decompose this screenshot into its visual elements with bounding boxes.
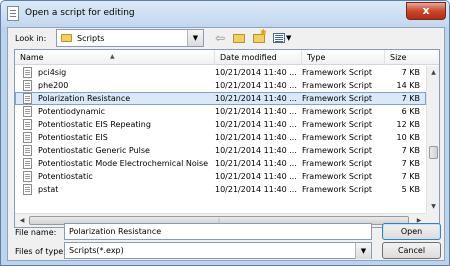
look-in-value: Scripts	[77, 34, 105, 43]
file-row[interactable]: Potentiostatic Mode Electrochemical Nois…	[15, 157, 426, 170]
up-folder-icon[interactable]	[230, 29, 250, 47]
file-type-cell: Framework Script	[302, 146, 373, 155]
file-row[interactable]: Potentiostatic EIS Repeating 10/21/2014 1…	[15, 118, 426, 131]
file-size-cell: 14 KB	[396, 81, 420, 90]
view-menu-icon[interactable]: ▼	[270, 29, 294, 47]
file-size-cell: 10 KB	[396, 133, 420, 142]
title-bar[interactable]: Open a script for editing x	[1, 1, 449, 27]
file-name-cell: pstat	[38, 185, 59, 194]
file-date-cell: 10/21/2014 11:40 ...	[215, 81, 297, 90]
column-header-type[interactable]: Type	[302, 50, 385, 65]
file-type-cell: Framework Script	[302, 185, 373, 194]
script-file-icon	[23, 67, 32, 78]
file-date-cell: 10/21/2014 11:40 ...	[215, 133, 297, 142]
script-file-icon	[23, 106, 32, 117]
file-name-cell: pci4sig	[38, 68, 67, 77]
file-rows: pci4sig 10/21/2014 11:40 ... Framework Scr…	[15, 66, 426, 196]
file-type-label: Files of type:	[15, 247, 66, 256]
script-document-icon	[7, 6, 19, 21]
list-header: ▲ Name Date modified Type Size	[15, 50, 439, 65]
new-folder-icon[interactable]: ✱	[250, 29, 270, 47]
file-size-cell: 12 KB	[396, 120, 420, 129]
script-file-icon	[23, 119, 32, 130]
file-type-value: Scripts(*.exp)	[69, 246, 124, 255]
close-button[interactable]: x	[406, 2, 446, 20]
scroll-up-icon[interactable]: ▲	[427, 66, 439, 79]
file-type-dropdown[interactable]: Scripts(*.exp) ▼	[64, 242, 372, 259]
vertical-scrollbar[interactable]: ▲ ▼	[426, 66, 439, 213]
file-size-cell: 5 KB	[401, 185, 420, 194]
cancel-button[interactable]: Cancel	[382, 242, 441, 259]
file-date-cell: 10/21/2014 11:40 ...	[215, 107, 297, 116]
file-size-cell: 7 KB	[401, 159, 420, 168]
file-name-cell: phe200	[38, 81, 69, 90]
file-name-cell: Potentiostatic Generic Pulse	[38, 146, 150, 155]
file-type-cell: Framework Script	[302, 81, 373, 90]
column-header-name[interactable]: ▲ Name	[15, 50, 215, 65]
script-file-icon	[23, 80, 32, 91]
file-date-cell: 10/21/2014 11:40 ...	[215, 94, 297, 103]
file-type-cell: Framework Script	[302, 159, 373, 168]
chevron-down-icon[interactable]: ▼	[355, 243, 371, 259]
vertical-scroll-thumb[interactable]	[429, 146, 438, 159]
sort-caret-icon: ▲	[110, 53, 115, 60]
file-row[interactable]: pci4sig 10/21/2014 11:40 ... Framework Scr…	[15, 66, 426, 79]
file-type-cell: Framework Script	[302, 107, 373, 116]
look-in-dropdown[interactable]: Scripts ▼	[56, 29, 204, 47]
scroll-down-icon[interactable]: ▼	[427, 200, 439, 213]
file-name-label: File name:	[15, 228, 57, 237]
file-type-cell: Framework Script	[302, 133, 373, 142]
dialog-window: Open a script for editing x Look in: Scr…	[0, 0, 450, 266]
file-size-cell: 7 KB	[401, 172, 420, 181]
file-date-cell: 10/21/2014 11:40 ...	[215, 185, 297, 194]
column-header-size[interactable]: Size	[385, 50, 439, 65]
file-row[interactable]: Potentiostatic 10/21/2014 11:40 ... Framew…	[15, 170, 426, 183]
file-row[interactable]: Potentiostatic EIS 10/21/2014 11:40 ... Fr…	[15, 131, 426, 144]
file-type-cell: Framework Script	[302, 172, 373, 181]
file-size-cell: 6 KB	[401, 107, 420, 116]
file-row[interactable]: Potentiodynamic 10/21/2014 11:40 ... Frame…	[15, 105, 426, 118]
file-date-cell: 10/21/2014 11:40 ...	[215, 172, 297, 181]
script-file-icon	[23, 171, 32, 182]
script-file-icon	[23, 132, 32, 143]
script-file-icon	[23, 184, 32, 195]
file-date-cell: 10/21/2014 11:40 ...	[215, 68, 297, 77]
file-name-cell: Potentiodynamic	[38, 107, 106, 116]
file-row[interactable]: Polarization Resistance 10/21/2014 11:40 …	[15, 92, 426, 105]
file-type-cell: Framework Script	[302, 68, 373, 77]
file-row[interactable]: pstat 10/21/2014 11:40 ... Framework Scrip…	[15, 183, 426, 196]
file-size-cell: 7 KB	[401, 94, 420, 103]
file-name-cell: Potentiostatic	[38, 172, 93, 181]
script-file-icon	[23, 145, 32, 156]
back-arrow-icon[interactable]: ⇦	[210, 29, 230, 47]
file-name-cell: Potentiostatic EIS Repeating	[38, 120, 151, 129]
file-date-cell: 10/21/2014 11:40 ...	[215, 159, 297, 168]
file-type-cell: Framework Script	[302, 120, 373, 129]
column-header-name-label: Name	[20, 53, 44, 62]
file-size-cell: 7 KB	[401, 68, 420, 77]
column-header-date[interactable]: Date modified	[215, 50, 302, 65]
file-row[interactable]: phe200 10/21/2014 11:40 ... Framework Scri…	[15, 79, 426, 92]
file-name-cell: Potentiostatic EIS	[38, 133, 108, 142]
open-button[interactable]: Open	[382, 223, 441, 240]
file-size-cell: 7 KB	[401, 146, 420, 155]
file-name-cell: Polarization Resistance	[38, 94, 131, 103]
window-title: Open a script for editing	[25, 8, 135, 18]
file-name-cell: Potentiostatic Mode Electrochemical Nois…	[38, 159, 209, 168]
look-in-label: Look in:	[15, 34, 47, 43]
file-list: ▲ Name Date modified Type Size pci4sig 10…	[14, 49, 440, 228]
file-name-input[interactable]: Polarization Resistance	[64, 223, 372, 240]
file-date-cell: 10/21/2014 11:40 ...	[215, 146, 297, 155]
file-date-cell: 10/21/2014 11:40 ...	[215, 120, 297, 129]
scroll-left-icon[interactable]: ◀	[15, 214, 29, 227]
file-type-cell: Framework Script	[302, 94, 373, 103]
chevron-down-icon[interactable]: ▼	[187, 30, 203, 46]
script-file-icon	[23, 93, 32, 104]
dialog-client-area: Look in: Scripts ▼ ⇦ ✱ ▼ ▲ Name Date mod…	[7, 27, 445, 261]
folder-icon	[61, 34, 72, 42]
file-row[interactable]: Potentiostatic Generic Pulse 10/21/2014 1…	[15, 144, 426, 157]
script-file-icon	[23, 158, 32, 169]
